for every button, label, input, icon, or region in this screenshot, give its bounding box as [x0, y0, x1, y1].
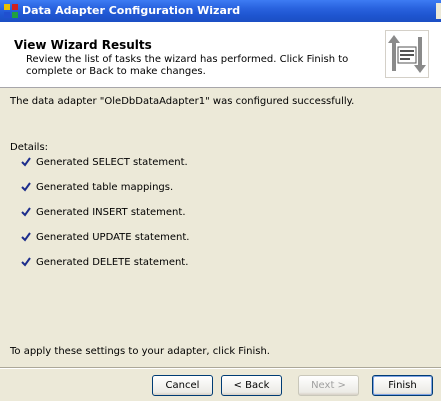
task-label: Generated UPDATE statement.: [36, 232, 190, 243]
task-label: Generated INSERT statement.: [36, 207, 186, 218]
apply-instructions: To apply these settings to your adapter,…: [10, 346, 270, 357]
task-label: Generated SELECT statement.: [36, 157, 188, 168]
success-message: The data adapter "OleDbDataAdapter1" was…: [10, 96, 355, 107]
task-item: Generated DELETE statement.: [20, 256, 188, 268]
finish-button[interactable]: Finish: [372, 375, 433, 396]
task-label: Generated table mappings.: [36, 182, 174, 193]
title-bar[interactable]: Data Adapter Configuration Wizard: [0, 0, 441, 22]
task-item: Generated UPDATE statement.: [20, 231, 189, 243]
window-title: Data Adapter Configuration Wizard: [22, 4, 241, 17]
task-item: Generated INSERT statement.: [20, 206, 186, 218]
wizard-arrows-icon: [385, 30, 429, 78]
task-item: Generated table mappings.: [20, 181, 173, 193]
header-title: View Wizard Results: [14, 38, 152, 52]
data-adapter-icon: [4, 4, 18, 18]
task-label: Generated DELETE statement.: [36, 257, 189, 268]
header-subtitle: Review the list of tasks the wizard has …: [26, 54, 349, 77]
wizard-window: Data Adapter Configuration Wizard View W…: [0, 0, 441, 401]
button-divider: [0, 367, 441, 369]
cancel-button[interactable]: Cancel: [152, 375, 213, 396]
checkmark-icon: [21, 157, 31, 167]
wizard-header: View Wizard Results Review the list of t…: [0, 22, 441, 88]
details-label: Details:: [10, 142, 49, 153]
checkmark-icon: [21, 207, 31, 217]
task-item: Generated SELECT statement.: [20, 156, 188, 168]
close-button[interactable]: [436, 3, 441, 19]
checkmark-icon: [21, 257, 31, 267]
back-button[interactable]: < Back: [221, 375, 282, 396]
checkmark-icon: [21, 182, 31, 192]
checkmark-icon: [21, 232, 31, 242]
next-button[interactable]: Next >: [298, 375, 359, 396]
